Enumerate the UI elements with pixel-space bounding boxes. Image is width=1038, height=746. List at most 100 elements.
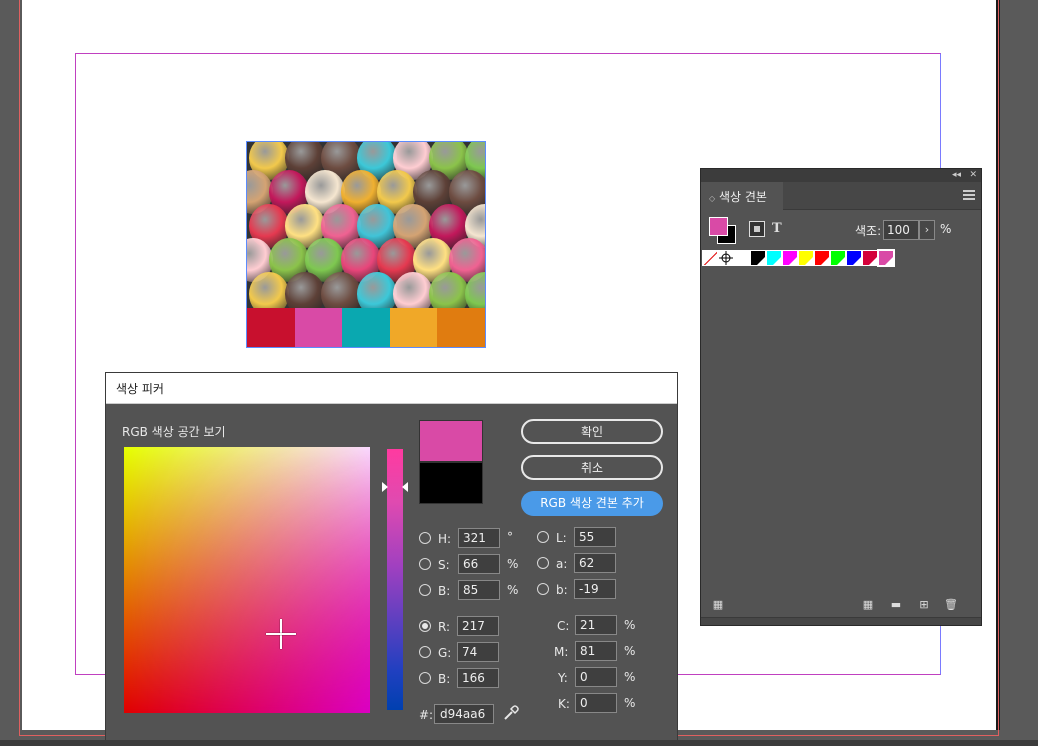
palette-color-4 xyxy=(389,308,438,347)
c-field[interactable]: 21 xyxy=(575,615,617,635)
lab-b-field[interactable]: -19 xyxy=(574,579,616,599)
add-rgb-swatch-button[interactable]: RGB 색상 견본 추가 xyxy=(521,491,663,516)
k-field[interactable]: 0 xyxy=(575,693,617,713)
slider-arrow-left-icon xyxy=(402,482,408,492)
lab-b-label: b: xyxy=(556,583,568,597)
ice-cream-scoop xyxy=(285,272,325,308)
swatch-black[interactable] xyxy=(750,250,766,266)
swatch-paper[interactable] xyxy=(734,250,750,266)
swatch-cyan[interactable] xyxy=(766,250,782,266)
cancel-button[interactable]: 취소 xyxy=(521,455,663,480)
ice-cream-scoop xyxy=(393,272,433,308)
slider-arrow-right-icon xyxy=(382,482,388,492)
c-label: C: xyxy=(557,619,570,633)
formatting-container-icon[interactable] xyxy=(749,221,765,237)
panel-topbar: ◂◂ ✕ xyxy=(701,169,981,182)
s-field[interactable]: 66 xyxy=(458,554,500,574)
swatch-list xyxy=(702,249,895,267)
swatch-pink[interactable] xyxy=(877,249,895,267)
radio-a[interactable] xyxy=(537,557,549,569)
panel-tabbar: ◇ 색상 견본 xyxy=(701,182,981,210)
color-field-overlay xyxy=(124,447,370,713)
k-unit: % xyxy=(624,696,636,710)
palette-color-1 xyxy=(247,308,295,347)
ice-cream-photo xyxy=(247,142,485,308)
r-field[interactable]: 217 xyxy=(457,616,499,636)
new-swatch-icon[interactable]: ⊞ xyxy=(917,599,931,611)
radio-b[interactable] xyxy=(419,584,431,596)
color-picker-dialog: 색상 피커 RGB 색상 공간 보기 확인 취소 RGB 색상 견본 추가 H:… xyxy=(105,372,678,746)
new-color-swatch xyxy=(419,420,483,462)
tab-swatches[interactable]: ◇ 색상 견본 xyxy=(701,182,783,210)
panel-menu-icon[interactable] xyxy=(963,190,975,200)
radio-rgb-b[interactable] xyxy=(419,672,431,684)
dialog-title[interactable]: 색상 피커 xyxy=(106,373,677,404)
fill-color-chip[interactable] xyxy=(709,217,728,236)
eyedropper-icon[interactable] xyxy=(502,704,520,722)
collapse-panel-icon[interactable]: ◂◂ xyxy=(952,169,961,182)
swatch-blue[interactable] xyxy=(846,250,862,266)
palette-color-2 xyxy=(294,308,343,347)
k-label: K: xyxy=(558,697,570,711)
palette-color-3 xyxy=(342,308,390,347)
color-palette-strip xyxy=(247,308,485,347)
grid-view-icon[interactable]: ▦ xyxy=(861,599,875,611)
color-crosshair-icon[interactable] xyxy=(266,619,296,649)
ice-cream-scoop xyxy=(249,272,289,308)
swatch-none[interactable] xyxy=(702,250,718,266)
radio-g[interactable] xyxy=(419,646,431,658)
m-field[interactable]: 81 xyxy=(575,641,617,661)
radio-lab-b[interactable] xyxy=(537,583,549,595)
l-label: L: xyxy=(556,531,567,545)
formatting-text-icon[interactable]: T xyxy=(772,221,782,236)
hex-field[interactable]: d94aa6 xyxy=(434,704,494,724)
swatch-dark-red[interactable] xyxy=(862,250,878,266)
folder-icon[interactable]: ▬ xyxy=(889,599,903,611)
y-label: Y: xyxy=(558,671,568,685)
swatch-view-icon[interactable]: ▦ xyxy=(711,599,725,611)
b-unit: % xyxy=(507,583,519,597)
color-space-label: RGB 색상 공간 보기 xyxy=(122,425,226,439)
y-unit: % xyxy=(624,670,636,684)
swatch-registration[interactable] xyxy=(718,250,734,266)
g-field[interactable]: 74 xyxy=(457,642,499,662)
tint-dropdown-button[interactable]: › xyxy=(919,220,935,240)
ice-cream-image-frame[interactable] xyxy=(246,141,486,348)
original-color-swatch[interactable] xyxy=(419,462,483,504)
a-field[interactable]: 62 xyxy=(574,553,616,573)
swatch-magenta[interactable] xyxy=(782,250,798,266)
h-label: H: xyxy=(438,532,452,546)
radio-s[interactable] xyxy=(419,558,431,570)
close-panel-icon[interactable]: ✕ xyxy=(969,169,977,182)
bleed-guide-left xyxy=(19,0,20,736)
ice-cream-scoop xyxy=(357,272,397,308)
panel-resize-grip[interactable] xyxy=(701,617,981,625)
tint-unit: % xyxy=(940,222,952,236)
rgb-b-field[interactable]: 166 xyxy=(457,668,499,688)
swatches-panel: ◂◂ ✕ ◇ 색상 견본 T 색조: 100 › % ▦ ▦ ▬ ⊞ 🗑 xyxy=(700,168,982,626)
radio-l[interactable] xyxy=(537,531,549,543)
h-field[interactable]: 321 xyxy=(458,528,500,548)
s-label: S: xyxy=(438,558,450,572)
swatch-green[interactable] xyxy=(830,250,846,266)
bleed-guide-right xyxy=(998,0,999,736)
radio-h[interactable] xyxy=(419,532,431,544)
y-field[interactable]: 0 xyxy=(575,667,617,687)
swatch-red[interactable] xyxy=(814,250,830,266)
hex-label: #: xyxy=(419,708,434,722)
tint-label: 색조: xyxy=(855,224,882,238)
l-field[interactable]: 55 xyxy=(574,527,616,547)
c-unit: % xyxy=(624,618,636,632)
b-field[interactable]: 85 xyxy=(458,580,500,600)
color-field[interactable] xyxy=(124,447,370,713)
fill-stroke-chip[interactable] xyxy=(709,217,737,245)
s-unit: % xyxy=(507,557,519,571)
r-label: R: xyxy=(438,620,451,634)
g-label: G: xyxy=(438,646,452,660)
swatch-yellow[interactable] xyxy=(798,250,814,266)
ok-button[interactable]: 확인 xyxy=(521,419,663,444)
tint-input[interactable]: 100 xyxy=(883,220,919,240)
trash-icon[interactable]: 🗑 xyxy=(944,599,958,611)
radio-r[interactable] xyxy=(419,620,431,632)
slider-handle[interactable] xyxy=(382,482,408,494)
